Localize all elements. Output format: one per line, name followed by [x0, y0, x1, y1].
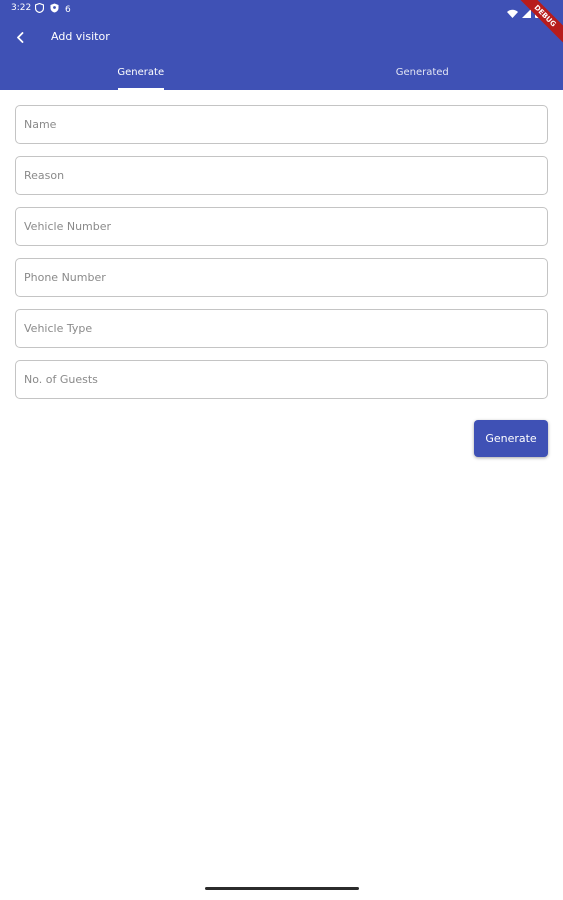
phone-number-field[interactable] [15, 258, 548, 297]
shield-badge-icon [50, 3, 59, 16]
visitor-form [15, 105, 548, 411]
page-title: Add visitor [51, 30, 110, 43]
status-bar: 3:22 6 [0, 0, 563, 18]
toolbar: Add visitor [0, 22, 563, 52]
app-bar: 3:22 6 DEBUG Add visitor Generate Genera… [0, 0, 563, 90]
shield-icon [34, 2, 45, 16]
generate-button[interactable]: Generate [474, 420, 548, 457]
status-time: 3:22 [11, 3, 32, 13]
tab-generate[interactable]: Generate [0, 60, 282, 90]
reason-field[interactable] [15, 156, 548, 195]
chevron-left-icon [16, 28, 24, 47]
guest-count-field[interactable] [15, 360, 548, 399]
vehicle-number-field[interactable] [15, 207, 548, 246]
name-field[interactable] [15, 105, 548, 144]
status-icons-left: 6 [34, 2, 71, 16]
notification-count: 6 [65, 4, 71, 15]
tab-bar: Generate Generated [0, 60, 563, 90]
tab-indicator [118, 88, 164, 90]
wifi-icon [507, 3, 518, 22]
vehicle-type-field[interactable] [15, 309, 548, 348]
back-button[interactable] [10, 28, 30, 46]
tab-generated[interactable]: Generated [282, 60, 563, 90]
home-indicator [205, 887, 359, 890]
